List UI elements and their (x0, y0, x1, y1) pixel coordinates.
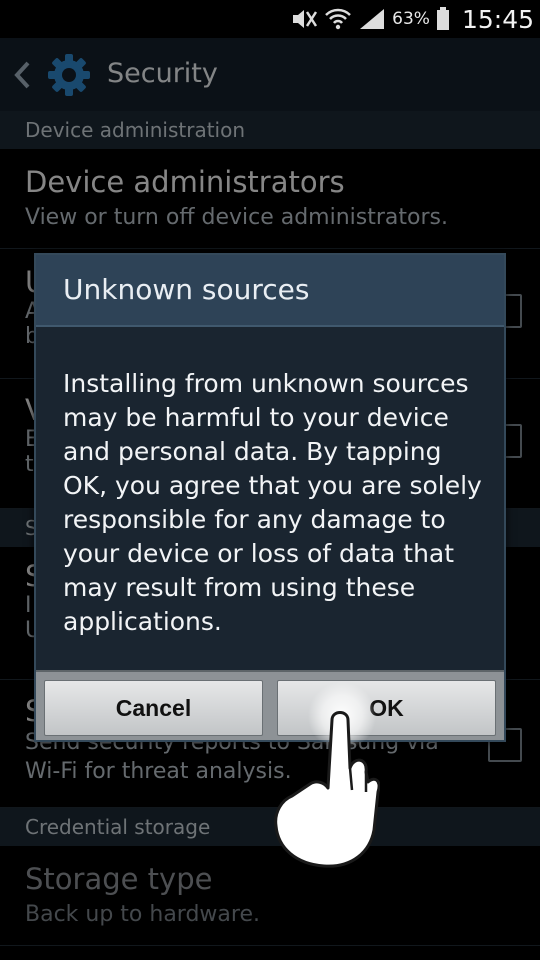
clock: 15:45 (461, 4, 534, 34)
mute-icon (293, 10, 318, 28)
battery-icon (436, 7, 449, 30)
unknown-sources-dialog: Unknown sources Installing from unknown … (34, 253, 506, 742)
cancel-button[interactable]: Cancel (44, 680, 263, 736)
dialog-message: Installing from unknown sources may be h… (63, 369, 482, 636)
dialog-title: Unknown sources (63, 273, 310, 306)
signal-icon (360, 9, 385, 29)
wifi-icon (325, 8, 352, 30)
status-bar: 63% 15:45 (0, 0, 540, 38)
battery-percentage: 63% (392, 9, 430, 29)
status-icons: 63% 15:45 (290, 0, 534, 38)
touch-hand-icon (274, 682, 380, 868)
